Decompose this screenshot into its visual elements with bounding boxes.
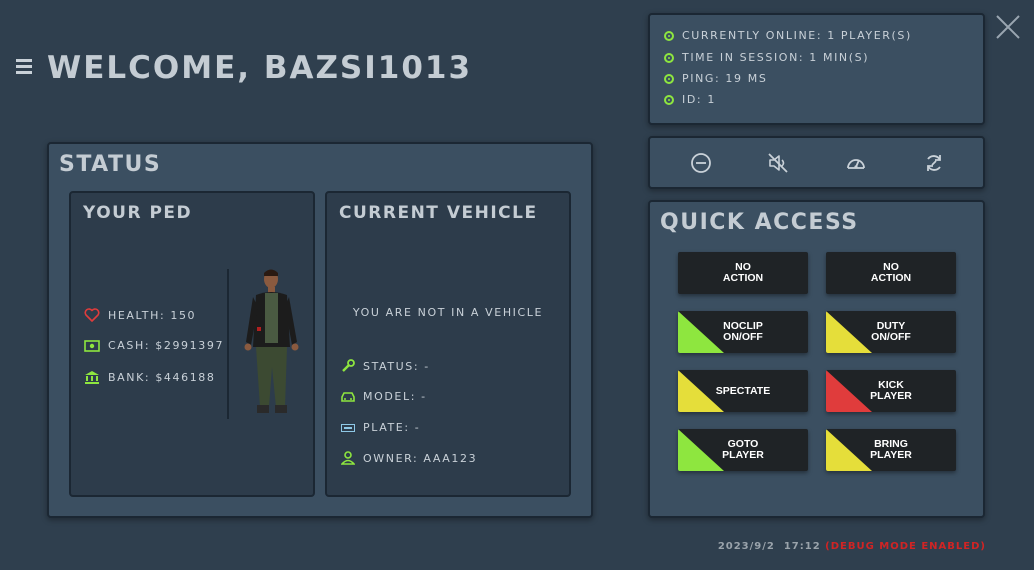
session-item-label: Ping: 19 ms <box>682 72 768 85</box>
vehicle-plate-value: Plate: - <box>363 421 421 434</box>
no-action-button[interactable]: NO ACTION <box>826 252 956 294</box>
no-action-button[interactable]: NO ACTION <box>678 252 808 294</box>
status-dot-icon <box>664 73 674 84</box>
vehicle-owner-row: Owner: AAA123 <box>341 451 477 465</box>
button-label: NO ACTION <box>722 261 764 284</box>
mute-icon[interactable] <box>767 152 789 178</box>
bring-player-button[interactable]: BRING PLAYER <box>826 429 956 471</box>
vehicle-status-row: Status: - <box>341 359 430 373</box>
status-panel: Status Your Ped Health: 150 Cash: $29913… <box>47 142 593 518</box>
button-accent <box>826 370 872 412</box>
bank-icon <box>85 371 99 384</box>
vehicle-title: Current Vehicle <box>339 203 538 223</box>
close-icon[interactable] <box>995 14 1021 40</box>
status-dot-icon <box>664 30 674 41</box>
button-label: DUTY ON/OFF <box>871 320 911 343</box>
session-item-time: Time in session: 1 min(s) <box>664 51 869 64</box>
button-label: KICK PLAYER <box>870 379 912 402</box>
ped-character-image <box>240 267 306 423</box>
button-accent <box>826 429 872 471</box>
button-accent <box>678 311 724 353</box>
button-accent <box>826 311 872 353</box>
ped-title: Your Ped <box>83 203 193 223</box>
toolbar-panel <box>648 136 985 189</box>
goto-player-button[interactable]: GOTO PLAYER <box>678 429 808 471</box>
button-label: NOCLIP ON/OFF <box>723 320 763 343</box>
button-label: GOTO PLAYER <box>722 438 764 461</box>
bank-row: Bank: $446188 <box>84 370 216 384</box>
footer: 2023/9/2 17:12 (DEBUG MODE ENABLED) <box>718 541 986 552</box>
plate-icon <box>341 423 355 432</box>
duty-button[interactable]: DUTY ON/OFF <box>826 311 956 353</box>
status-title: Status <box>59 152 162 177</box>
refresh-icon[interactable] <box>923 152 945 178</box>
session-item-id: ID: 1 <box>664 93 716 106</box>
quick-access-title: Quick Access <box>660 210 859 235</box>
heart-icon <box>84 308 100 322</box>
button-label: SPECTATE <box>715 384 771 397</box>
session-item-label: Time in session: 1 min(s) <box>682 51 870 64</box>
divider <box>227 269 229 419</box>
health-value: Health: 150 <box>108 308 197 322</box>
health-row: Health: 150 <box>84 308 196 322</box>
vehicle-owner-value: Owner: AAA123 <box>363 451 478 465</box>
status-dot-icon <box>664 52 674 63</box>
session-info-panel: Currently online: 1 player(s) Time in se… <box>648 13 985 125</box>
quick-access-panel: Quick Access NO ACTION NO ACTION NOCLIP … <box>648 200 985 518</box>
debug-mode-label: (DEBUG MODE ENABLED) <box>825 541 986 552</box>
spectate-button[interactable]: SPECTATE <box>678 370 808 412</box>
page-title: WELCOME, BAZSI1013 <box>47 50 473 86</box>
session-item-label: ID: 1 <box>682 93 716 106</box>
session-item-online: Currently online: 1 player(s) <box>664 29 912 42</box>
session-item-ping: Ping: 19 ms <box>664 72 767 85</box>
button-label: NO ACTION <box>870 261 912 284</box>
user-icon <box>341 451 355 465</box>
minus-circle-icon[interactable] <box>690 152 712 178</box>
noclip-button[interactable]: NOCLIP ON/OFF <box>678 311 808 353</box>
vehicle-model-value: Model: - <box>363 390 427 403</box>
vehicle-plate-row: Plate: - <box>341 421 420 434</box>
cash-row: Cash: $2991397 <box>84 339 224 352</box>
vehicle-status-value: Status: - <box>363 359 430 373</box>
car-icon <box>341 391 355 402</box>
cash-value: Cash: $2991397 <box>108 339 225 352</box>
cash-icon <box>84 339 100 352</box>
wrench-icon <box>342 359 355 372</box>
speedometer-icon[interactable] <box>845 152 867 178</box>
datetime: 2023/9/2 17:12 <box>717 541 821 552</box>
session-item-label: Currently online: 1 player(s) <box>682 29 912 42</box>
button-accent <box>678 429 724 471</box>
vehicle-card: Current Vehicle You are not in a vehicle… <box>325 191 571 497</box>
button-label: BRING PLAYER <box>870 438 912 461</box>
bank-value: Bank: $446188 <box>108 370 216 384</box>
kick-player-button[interactable]: KICK PLAYER <box>826 370 956 412</box>
vehicle-message: You are not in a vehicle <box>352 306 544 319</box>
menu-icon[interactable] <box>16 59 32 75</box>
status-dot-icon <box>664 94 674 105</box>
vehicle-model-row: Model: - <box>341 390 427 403</box>
